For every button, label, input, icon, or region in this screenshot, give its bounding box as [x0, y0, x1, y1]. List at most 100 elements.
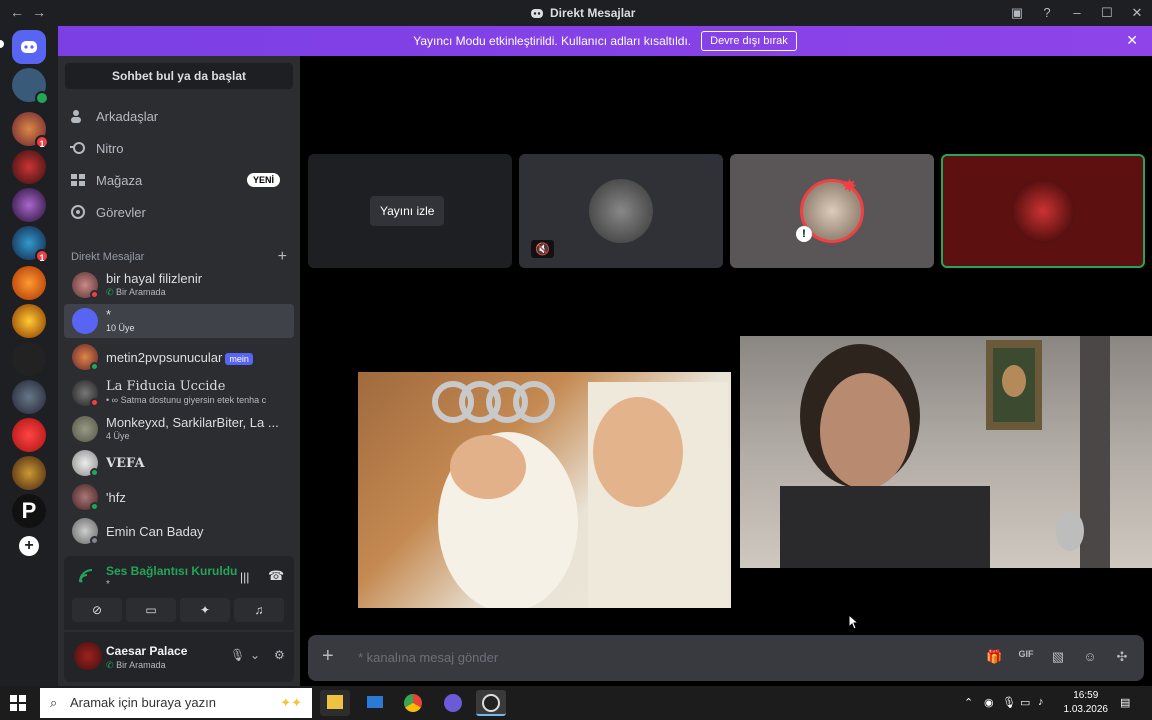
server-icon-metin2[interactable]: 1 [12, 226, 49, 263]
inbox-icon[interactable]: ▣ [1002, 0, 1032, 26]
taskbar-search[interactable]: ⌕ Aramak için buraya yazın ✦✦ [40, 688, 312, 718]
add-server-button[interactable]: + [19, 536, 39, 556]
dm-name: 'hfz [106, 490, 126, 505]
app-blue[interactable] [360, 690, 390, 716]
tray-chevron-icon[interactable]: ⌃ [964, 696, 973, 709]
server-icon-metin2-blue[interactable] [12, 188, 46, 222]
home-button[interactable] [12, 30, 46, 64]
disable-streamer-mode-button[interactable]: Devre dışı bırak [701, 31, 797, 51]
noise-suppression-icon[interactable]: ||| [240, 570, 249, 584]
dm-sidebar: Sohbet bul ya da başlat Arkadaşlar Nitro… [58, 56, 300, 686]
server-icon-a2[interactable] [12, 304, 46, 338]
dm-item-active[interactable]: * 10 Üye [64, 304, 294, 338]
find-conversation-button[interactable]: Sohbet bul ya da başlat [65, 63, 293, 89]
chrome-profile-app[interactable] [438, 690, 468, 716]
mention-badge: 1 [35, 135, 49, 149]
nav-quests[interactable]: Görevler [70, 197, 292, 227]
server-icon-metin2pvp[interactable]: 1 [12, 112, 49, 149]
dm-item[interactable]: La Fiducia Uccide • ∞ Satma dostunu giye… [64, 376, 294, 410]
disconnect-icon[interactable]: ☎ [268, 568, 284, 584]
nav-friends[interactable]: Arkadaşlar [70, 101, 292, 131]
sticker-icon[interactable]: ▧ [1050, 649, 1066, 665]
server-icon-p[interactable]: P [12, 494, 46, 528]
dm-item[interactable]: metin2pvpsunucular mein [64, 340, 294, 374]
voice-connected-label[interactable]: Ses Bağlantısı Kuruldu [106, 564, 237, 578]
network-icon[interactable]: ▭ [1020, 696, 1030, 709]
discord-taskbar-app[interactable] [476, 690, 506, 716]
participant-avatar [1011, 179, 1075, 243]
server-icon-palm[interactable] [12, 456, 46, 490]
close-banner-icon[interactable]: ✕ [1126, 32, 1138, 49]
chrome-app[interactable] [398, 690, 428, 716]
user-panel: Caesar Palace ✆ Bir Aramada 🎙 ⌄ ⚙ [64, 632, 294, 682]
dm-name: Emin Can Baday [106, 524, 204, 539]
server-icon-warrior[interactable] [12, 380, 46, 414]
windows-start-icon[interactable] [10, 695, 26, 711]
server-icon-turkey[interactable] [12, 418, 46, 452]
dm-name-text: metin2pvpsunucular [106, 350, 223, 365]
user-avatar[interactable] [74, 642, 102, 670]
dm-item[interactable]: VEFA [64, 446, 294, 480]
emoji-icon[interactable]: ☺ [1082, 649, 1098, 665]
participant-tile-self[interactable] [941, 154, 1145, 268]
microphone-icon[interactable]: 🎙 [230, 648, 245, 662]
activities-button[interactable]: ✦ [180, 598, 230, 622]
nav-arrows[interactable]: ←→ [10, 4, 54, 20]
server-icon-m2[interactable] [12, 150, 46, 184]
create-dm-icon[interactable]: + [278, 248, 287, 266]
tray-app-icon[interactable]: ◉ [984, 696, 994, 709]
screen-share-button[interactable]: ▭ [126, 598, 176, 622]
message-input[interactable]: * kanalına mesaj gönder [358, 650, 498, 665]
soundboard-button[interactable]: ♫ [234, 598, 284, 622]
shared-image-video[interactable] [358, 372, 731, 608]
nav-shop[interactable]: Mağaza YENİ [70, 165, 292, 195]
server-tag: mein [225, 353, 253, 365]
nav-nitro-label: Nitro [96, 140, 124, 156]
dm-header: Direkt Mesajlar + [71, 248, 287, 266]
settings-gear-icon[interactable]: ⚙ [274, 648, 285, 662]
file-explorer-app[interactable] [320, 690, 350, 716]
windows-taskbar: ⌕ Aramak için buraya yazın ✦✦ ⌃ ◉ 🎙 ▭ ♪ … [0, 686, 1152, 720]
minimize-button[interactable]: – [1062, 0, 1092, 26]
hands-with-rings-image [432, 381, 728, 608]
close-window-button[interactable]: ✕ [1122, 0, 1152, 26]
dm-item[interactable]: Emin Can Baday [64, 514, 294, 548]
group-avatar [72, 308, 98, 334]
taskbar-clock[interactable]: 16:59 1.03.2026 [1064, 689, 1109, 717]
volume-icon[interactable]: ♪ [1038, 696, 1044, 708]
dm-name: VEFA [106, 456, 145, 471]
dm-item[interactable]: 'hfz [64, 480, 294, 514]
dm-item[interactable]: bir hayal filizlenir ✆ Bir Aramada [64, 268, 294, 302]
apps-icon[interactable]: ✣ [1114, 649, 1130, 665]
active-pill [0, 40, 4, 48]
shop-icon [71, 174, 85, 186]
nav-nitro[interactable]: Nitro [70, 133, 292, 163]
soundboard-icon: ♫ [254, 603, 264, 617]
server-icon-m2-gold[interactable] [12, 266, 46, 300]
help-icon[interactable]: ? [1032, 0, 1062, 26]
server-icon-group-dm[interactable] [12, 68, 49, 105]
nitro-icon [70, 142, 85, 154]
participant-tile[interactable]: 🔇 [519, 154, 723, 268]
notifications-icon[interactable]: ▤ [1120, 696, 1130, 709]
dm-name: metin2pvpsunucular mein [106, 350, 292, 365]
maximize-button[interactable]: ☐ [1092, 0, 1122, 26]
dm-item[interactable]: Monkeyxd, SarkilarBiter, La ... 4 Üye [64, 412, 294, 446]
gif-icon[interactable]: GIF [1018, 649, 1034, 665]
participant-tile-speaking[interactable]: ✸ ! [730, 154, 934, 268]
chrome-profile-icon [444, 694, 462, 712]
attach-plus-icon[interactable]: + [322, 645, 334, 668]
activities-icon: ✦ [199, 603, 211, 617]
watch-stream-button[interactable]: Yayını izle [370, 196, 445, 226]
stream-tile[interactable]: Yayını izle [308, 154, 512, 268]
gift-icon[interactable]: 🎁 [986, 649, 1002, 665]
banner-text: Yayıncı Modu etkinleştirildi. Kullanıcı … [413, 34, 692, 48]
camera-off-button[interactable]: ⊘ [72, 598, 122, 622]
tray-mic-icon[interactable]: 🎙 [1002, 696, 1016, 709]
webcam-feed[interactable] [740, 336, 1152, 568]
chevron-down-icon[interactable]: ⌄ [250, 648, 260, 662]
discord-logo-icon [531, 8, 543, 18]
participant-avatar [589, 179, 653, 243]
status-online-icon [90, 362, 99, 371]
server-icon-dark[interactable] [12, 342, 46, 376]
